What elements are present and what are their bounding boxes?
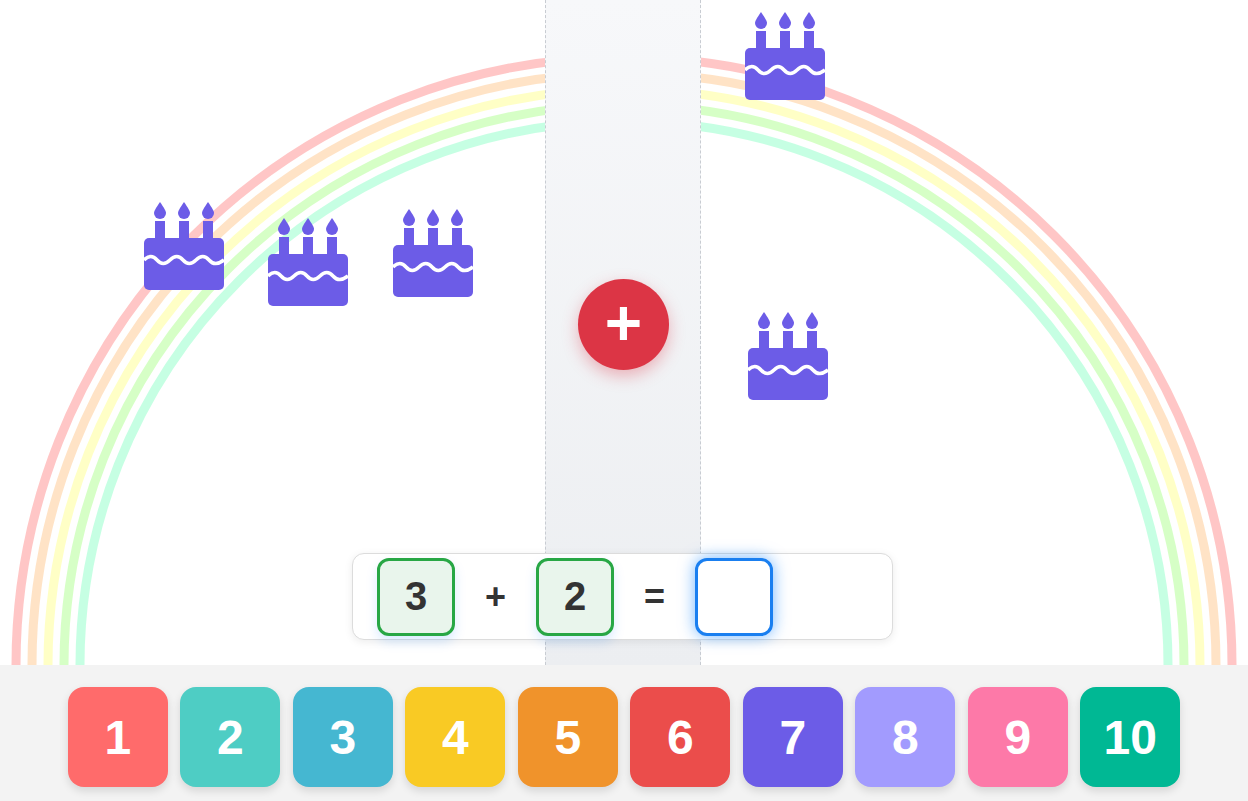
operator-sign: + (485, 576, 506, 618)
cake-icon (393, 207, 473, 297)
left-operand: 3 (377, 558, 455, 636)
number-button[interactable]: 2 (180, 687, 280, 787)
equals-sign: = (644, 576, 665, 618)
number-button[interactable]: 10 (1080, 687, 1180, 787)
number-button[interactable]: 1 (68, 687, 168, 787)
cake-icon (748, 310, 828, 400)
number-button[interactable]: 5 (518, 687, 618, 787)
right-operand: 2 (536, 558, 614, 636)
math-game: +3+2=12345678910 (0, 0, 1248, 801)
number-button[interactable]: 3 (293, 687, 393, 787)
number-button[interactable]: 8 (855, 687, 955, 787)
answer-box[interactable] (695, 558, 773, 636)
cake-icon (745, 10, 825, 100)
number-button[interactable]: 4 (405, 687, 505, 787)
cake-icon (144, 200, 224, 290)
play-area: +3 +2 = (0, 0, 1248, 665)
cake-icon (268, 216, 348, 306)
equation-panel: 3 +2 = (352, 553, 893, 640)
number-button[interactable]: 7 (743, 687, 843, 787)
operator-badge: + (578, 279, 669, 370)
number-button[interactable]: 6 (630, 687, 730, 787)
plus-icon: + (605, 291, 642, 355)
number-button[interactable]: 9 (968, 687, 1068, 787)
number-pad: 12345678910 (0, 665, 1248, 801)
